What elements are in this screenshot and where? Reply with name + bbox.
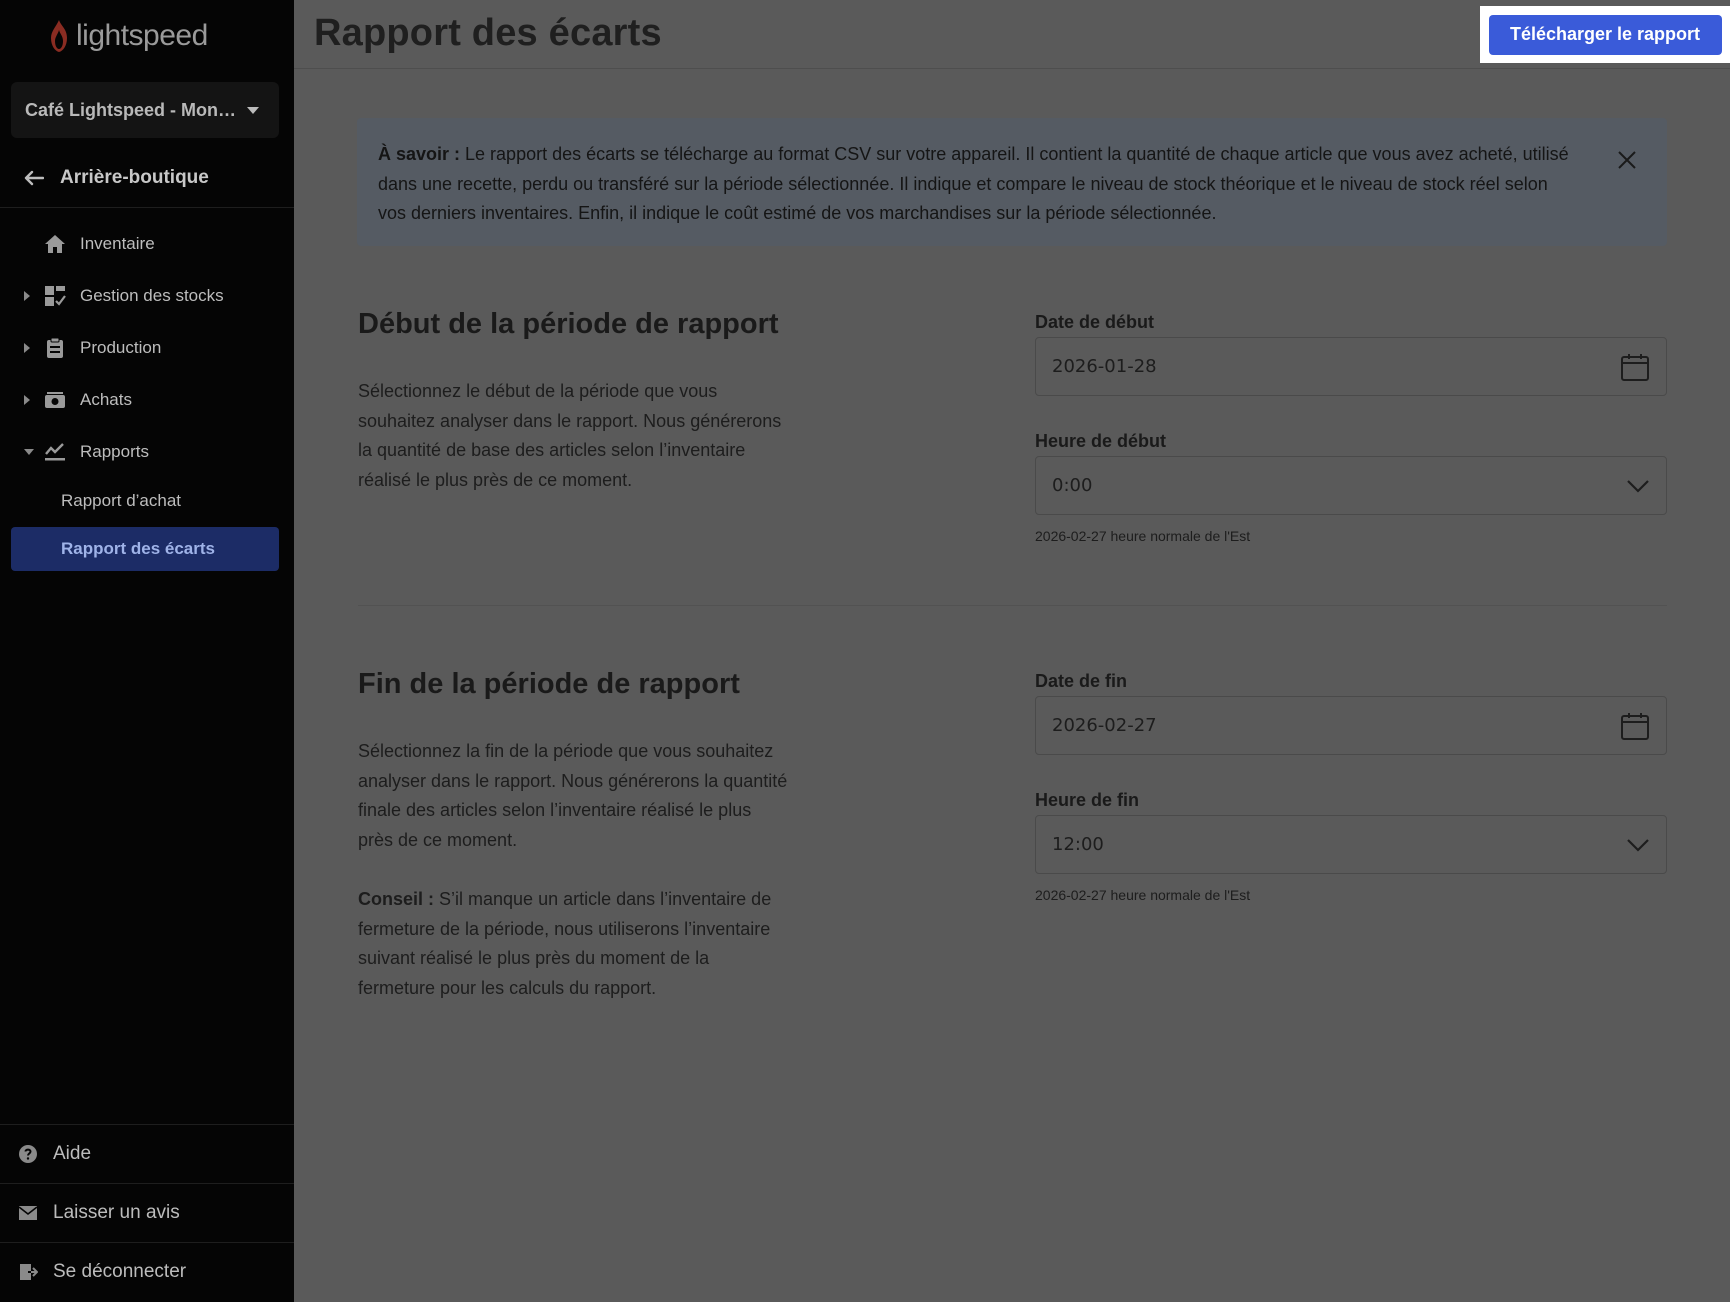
chevron-right-icon xyxy=(24,395,30,405)
sidebar-item-inventaire[interactable]: Inventaire xyxy=(0,222,294,266)
end-time-value: 12:00 xyxy=(1052,834,1104,855)
back-label: Arrière-boutique xyxy=(60,166,209,188)
start-date-field[interactable]: 2026-01-28 xyxy=(1035,337,1667,396)
page-title: Rapport des écarts xyxy=(314,12,662,54)
logout-icon xyxy=(18,1262,38,1282)
lightspeed-logo[interactable]: lightspeed xyxy=(46,16,208,56)
end-section-title: Fin de la période de rapport xyxy=(358,668,740,700)
store-selector[interactable]: Café Lightspeed - Mon… xyxy=(11,82,279,138)
chevron-right-icon xyxy=(24,291,30,301)
sidebar-item-label: Gestion des stocks xyxy=(80,286,224,305)
flame-icon xyxy=(51,20,67,52)
sidebar-help-link[interactable]: Aide xyxy=(0,1124,294,1182)
help-icon xyxy=(18,1144,38,1164)
sidebar-feedback-link[interactable]: Laisser un avis xyxy=(0,1183,294,1241)
start-date-value: 2026-01-28 xyxy=(1052,356,1157,377)
tip-bold-label: Conseil : xyxy=(358,889,435,909)
sidebar: lightspeed Café Lightspeed - Mon… Arrièr… xyxy=(0,0,294,1302)
logout-label: Se déconnecter xyxy=(53,1260,187,1282)
banner-bold-label: À savoir : xyxy=(378,144,461,164)
close-icon[interactable] xyxy=(1615,148,1639,172)
sidebar-item-achats[interactable]: Achats xyxy=(0,378,294,422)
dashboard-icon xyxy=(44,285,66,307)
chevron-down-icon xyxy=(24,449,34,455)
sidebar-item-gestion-des-stocks[interactable]: Gestion des stocks xyxy=(0,274,294,318)
sidebar-logout-link[interactable]: Se déconnecter xyxy=(0,1242,294,1300)
end-section-description: Sélectionnez la fin de la période que vo… xyxy=(358,741,788,851)
start-time-label: Heure de début xyxy=(1035,431,1167,451)
start-time-select[interactable]: 0:00 xyxy=(1035,456,1667,515)
clipboard-icon xyxy=(44,337,66,359)
feedback-label: Laisser un avis xyxy=(53,1201,180,1223)
calendar-icon[interactable] xyxy=(1620,711,1650,741)
chevron-down-icon xyxy=(1626,838,1650,852)
start-timezone-helper: 2026-02-27 heure normale de l'Est xyxy=(1035,528,1251,544)
sidebar-item-label: Rapports xyxy=(80,442,149,461)
sidebar-item-rapports[interactable]: Rapports xyxy=(0,430,294,474)
calendar-icon[interactable] xyxy=(1620,352,1650,382)
sidebar-subitem-rapport-ecarts[interactable]: Rapport des écarts xyxy=(11,527,279,571)
download-button-highlight: Télécharger le rapport xyxy=(1480,6,1730,63)
sidebar-item-production[interactable]: Production xyxy=(0,326,294,370)
store-name: Café Lightspeed - Mon… xyxy=(25,99,236,120)
end-time-label: Heure de fin xyxy=(1035,790,1140,810)
cash-icon xyxy=(44,389,66,411)
sidebar-subitem-rapport-achat[interactable]: Rapport d’achat xyxy=(11,479,279,523)
chevron-down-icon xyxy=(1626,479,1650,493)
end-date-value: 2026-02-27 xyxy=(1052,715,1157,736)
help-label: Aide xyxy=(53,1142,92,1164)
end-section-tip: Conseil : S’il manque un article dans l’… xyxy=(358,885,788,1004)
start-section-description: Sélectionnez le début de la période que … xyxy=(358,381,782,491)
section-divider xyxy=(358,605,1667,606)
end-timezone-helper: 2026-02-27 heure normale de l'Est xyxy=(1035,887,1251,903)
sidebar-subitem-label: Rapport des écarts xyxy=(61,539,215,558)
sidebar-item-label: Production xyxy=(80,338,162,357)
chevron-right-icon xyxy=(24,343,30,353)
chart-icon xyxy=(44,441,66,463)
sidebar-item-label: Achats xyxy=(80,390,132,409)
start-date-label: Date de début xyxy=(1035,312,1155,332)
sidebar-subitem-label: Rapport d’achat xyxy=(61,491,182,510)
info-banner: À savoir : Le rapport des écarts se télé… xyxy=(357,118,1667,246)
banner-text: Le rapport des écarts se télécharge au f… xyxy=(378,144,1569,223)
back-to-backoffice-link[interactable]: Arrière-boutique xyxy=(0,148,294,208)
sidebar-item-label: Inventaire xyxy=(80,234,155,253)
start-time-value: 0:00 xyxy=(1052,475,1093,496)
start-section-title: Début de la période de rapport xyxy=(358,308,779,340)
home-icon xyxy=(44,233,66,255)
arrow-left-icon xyxy=(24,170,44,185)
end-date-field[interactable]: 2026-02-27 xyxy=(1035,696,1667,755)
caret-down-icon xyxy=(247,106,259,114)
mail-icon xyxy=(18,1203,38,1223)
page-header: Rapport des écarts Télécharger le rappor… xyxy=(294,0,1730,69)
end-time-select[interactable]: 12:00 xyxy=(1035,815,1667,874)
end-date-label: Date de fin xyxy=(1035,671,1128,691)
download-report-button[interactable]: Télécharger le rapport xyxy=(1488,14,1722,55)
logo-text: lightspeed xyxy=(76,19,208,52)
